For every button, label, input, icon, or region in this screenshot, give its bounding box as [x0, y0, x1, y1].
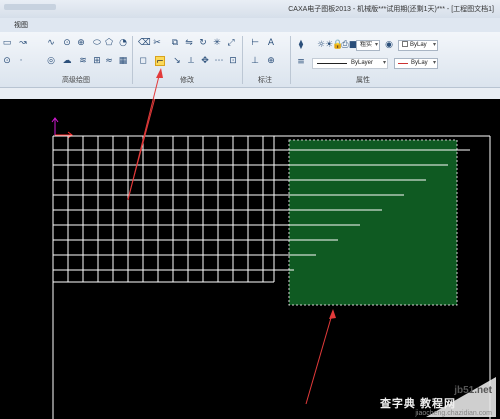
ellipse-icon[interactable]: ⬭	[92, 38, 102, 48]
move-icon[interactable]: ✥	[200, 56, 210, 66]
ribbon: ▭ ↝ ∿ ⊙ ⊕ ⬭ ⬠ ◔ ⊙ · ◎ ☁ ≋ ⊞ ≈ ▦ 高级绘图 ⌫ ✂…	[0, 32, 500, 88]
group-separator	[242, 36, 243, 84]
group-separator	[290, 36, 291, 84]
wave-line-icon[interactable]: ≈	[104, 56, 114, 66]
centerline-icon[interactable]: ⊞	[92, 56, 102, 66]
chevron-down-icon: ▾	[374, 42, 378, 48]
trim-icon[interactable]: ✂	[152, 38, 162, 48]
annotation-arrow-up	[127, 99, 156, 200]
break-icon[interactable]: ⋯	[214, 56, 224, 66]
ring-icon[interactable]: ◎	[46, 56, 56, 66]
copy-icon[interactable]: ⧉	[170, 38, 180, 48]
annotation-arrow-selection	[305, 309, 336, 405]
coordinate-dim-icon[interactable]: ⊥	[250, 56, 260, 66]
layer-icon[interactable]: ⧫	[296, 40, 306, 50]
annotation-arrowhead	[329, 309, 336, 319]
tab-view[interactable]: 视图	[14, 20, 28, 30]
group-label-annotate: 标注	[258, 77, 272, 84]
annotation-arrow-shaft	[305, 310, 334, 405]
group-label-properties: 属性	[356, 77, 370, 84]
hatch-icon[interactable]: ⊕	[76, 38, 86, 48]
line-thickness-select[interactable]: 粗实 ▾	[356, 40, 380, 51]
color-select[interactable]: ByLay ▾	[398, 40, 438, 51]
lineweight-select[interactable]: ByLay ▾	[394, 58, 438, 69]
line-width-icon[interactable]: ≡	[296, 57, 306, 67]
cloud-line-icon[interactable]: ☁	[62, 56, 72, 66]
drawing-canvas[interactable]: jb51.net 查字典 教程网 jiaocheng.chazidian.com	[0, 99, 500, 419]
balloon-icon[interactable]: ⊕	[266, 56, 276, 66]
lineweight-sample	[398, 63, 408, 64]
annotation-arrow-shaft	[127, 99, 156, 200]
watermark: jb51.net 查字典 教程网 jiaocheng.chazidian.com	[356, 377, 496, 417]
quick-access-toolbar[interactable]	[4, 4, 56, 10]
mirror-icon[interactable]: ⇋	[184, 38, 194, 48]
title-bar: CAXA电子图板2013 - 机械版***试用期(还剩1天)*** - [工程图…	[0, 0, 500, 18]
caxa-window: CAXA电子图板2013 - 机械版***试用期(还剩1天)*** - [工程图…	[0, 0, 500, 419]
rectangle-icon[interactable]: ▭	[2, 38, 12, 48]
spline-icon[interactable]: ∿	[46, 38, 56, 48]
ucs-axis-icon	[51, 117, 73, 139]
group-label-advanced-draw: 高级绘图	[62, 77, 90, 84]
rotate-icon[interactable]: ↻	[198, 38, 208, 48]
linetype-select[interactable]: ByLayer ▾	[312, 58, 388, 69]
watermark-brand: 查字典 教程网	[379, 398, 456, 410]
text-icon[interactable]: A	[266, 38, 276, 48]
scale-icon[interactable]: ⤢	[226, 38, 236, 48]
linetype-sample	[317, 63, 347, 64]
drawing-svg	[51, 99, 491, 419]
equidistant-line-icon[interactable]: ≋	[78, 56, 88, 66]
window-title: CAXA电子图板2013 - 机械版***试用期(还剩1天)*** - [工程图…	[288, 6, 494, 13]
color-wheel-icon[interactable]: ◉	[384, 40, 394, 50]
polyline-icon[interactable]: ↝	[18, 38, 28, 48]
point-icon[interactable]: ·	[16, 56, 26, 66]
circle-center-icon[interactable]: ⊙	[2, 56, 12, 66]
fillet-tool-icon[interactable]: ⌐	[155, 56, 165, 67]
explode-icon[interactable]: ✳	[212, 38, 222, 48]
group-label-modify: 修改	[180, 77, 194, 84]
stretch-icon[interactable]: ⟂	[186, 56, 196, 66]
dimension-icon[interactable]: ⊢	[250, 38, 260, 48]
watermark-site: jb51.net	[454, 385, 492, 396]
chamfer-icon[interactable]: ◻	[138, 56, 148, 66]
array-icon[interactable]: ⊡	[228, 56, 238, 66]
delete-icon[interactable]: ⌫	[138, 38, 151, 48]
chevron-down-icon: ▾	[432, 42, 436, 48]
watermark-url: jiaocheng.chazidian.com	[415, 410, 492, 417]
arc-icon[interactable]: ◔	[118, 38, 128, 48]
chevron-down-icon: ▾	[382, 60, 386, 66]
ribbon-gap	[0, 88, 500, 99]
ribbon-tab-row: 视图	[0, 18, 500, 32]
chevron-down-icon: ▾	[432, 60, 436, 66]
circle-icon[interactable]: ⊙	[62, 38, 72, 48]
group-separator	[132, 36, 133, 84]
extend-icon[interactable]: ↘	[172, 56, 182, 66]
table-icon[interactable]: ▦	[118, 56, 128, 66]
polygon-icon[interactable]: ⬠	[104, 38, 114, 48]
color-swatch	[402, 41, 408, 48]
